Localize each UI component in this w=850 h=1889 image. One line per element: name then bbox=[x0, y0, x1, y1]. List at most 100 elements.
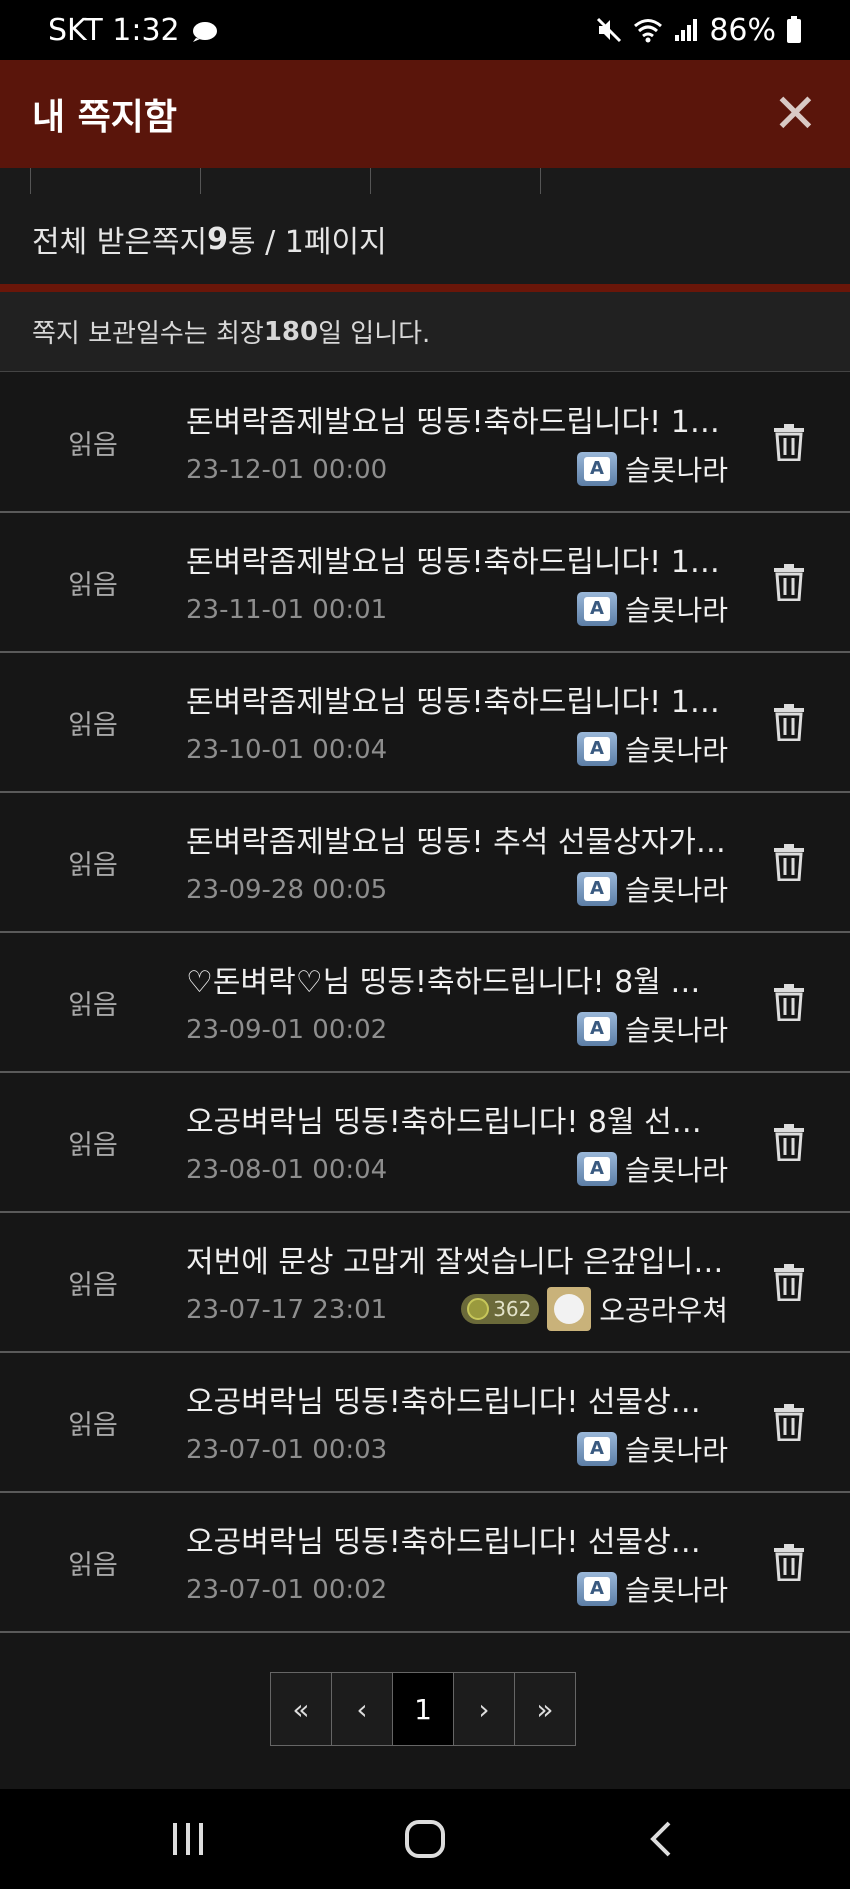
page-first-button[interactable]: « bbox=[271, 1673, 332, 1745]
page-current-button[interactable]: 1 bbox=[393, 1673, 454, 1745]
message-sender[interactable]: A 슬롯나라 bbox=[576, 1147, 728, 1191]
back-icon[interactable] bbox=[648, 1819, 674, 1859]
message-date: 23-11-01 00:01 bbox=[186, 595, 388, 625]
message-subject[interactable]: 오공벼락님 띵동!축하드립니다! 선물상자가 도착했습니다 bbox=[186, 1377, 726, 1421]
message-date: 23-07-01 00:02 bbox=[186, 1575, 388, 1605]
read-status: 읽음 bbox=[68, 429, 118, 461]
admin-badge-letter: A bbox=[583, 877, 610, 901]
admin-badge-icon: A bbox=[576, 592, 617, 626]
retention-notice: 쪽지 보관일수는 최장 180 일 입니다. bbox=[0, 292, 850, 372]
trash-icon[interactable] bbox=[772, 703, 806, 742]
admin-badge-icon: A bbox=[576, 1432, 617, 1466]
page-prev-button[interactable]: ‹ bbox=[332, 1673, 393, 1745]
message-row[interactable]: 읽음 돈벼락좀제발요님 띵동! 추석 선물상자가 도착했습니다 23-09-28 0… bbox=[0, 793, 850, 933]
sender-name: 오공라우쳐 bbox=[599, 1294, 728, 1327]
carrier-time: SKT 1:32 bbox=[48, 12, 180, 48]
message-date: 23-12-01 00:00 bbox=[186, 455, 388, 485]
admin-badge-letter: A bbox=[583, 1437, 610, 1461]
status-left: SKT 1:32 bbox=[48, 13, 220, 48]
trash-icon[interactable] bbox=[772, 983, 806, 1022]
message-subject[interactable]: 돈벼락좀제발요님 띵동! 추석 선물상자가 도착했습니다 bbox=[186, 817, 726, 861]
admin-badge-icon: A bbox=[576, 1152, 617, 1186]
read-status: 읽음 bbox=[68, 1409, 118, 1441]
message-row[interactable]: 읽음 저번에 문상 고맙게 잘썻습니다 은갚입니다 받아주세요 23-07-17 2… bbox=[0, 1213, 850, 1353]
message-sender[interactable]: A 슬롯나라 bbox=[576, 1427, 728, 1471]
battery-percent: 86% bbox=[709, 12, 776, 48]
sender-name: 슬롯나라 bbox=[624, 874, 728, 907]
sender-level: 362 bbox=[493, 1297, 532, 1321]
message-subject[interactable]: 돈벼락좀제발요님 띵동!축하드립니다! 10월 선물상자가 도착했습니다 bbox=[186, 677, 726, 721]
message-row[interactable]: 읽음 돈벼락좀제발요님 띵동!축하드립니다! 11월 선물상자가 도착했습니다 23… bbox=[0, 513, 850, 653]
summary-suffix: 통 / 1페이지 bbox=[228, 225, 387, 260]
trash-icon[interactable] bbox=[772, 423, 806, 462]
message-subject[interactable]: 저번에 문상 고맙게 잘썻습니다 은갚입니다 받아주세요 bbox=[186, 1237, 726, 1281]
admin-badge-letter: A bbox=[583, 1577, 610, 1601]
message-subject[interactable]: 오공벼락님 띵동!축하드립니다! 8월 선물상자가 도착 bbox=[186, 1097, 726, 1141]
sender-name: 슬롯나라 bbox=[624, 734, 728, 767]
message-row[interactable]: 읽음 오공벼락님 띵동!축하드립니다! 8월 선물상자가 도착 23-08-01 0… bbox=[0, 1073, 850, 1213]
message-row[interactable]: 읽음 ♡돈벼락♡님 띵동!축하드립니다! 8월 한가위 선물 23-09-01 00… bbox=[0, 933, 850, 1073]
signal-icon bbox=[675, 19, 698, 41]
tab-1[interactable] bbox=[30, 168, 201, 194]
message-date: 23-10-01 00:04 bbox=[186, 735, 388, 765]
message-row[interactable]: 읽음 오공벼락님 띵동!축하드립니다! 선물상자가 도착했습니다 23-07-01 … bbox=[0, 1353, 850, 1493]
cloud-icon bbox=[192, 22, 217, 42]
trash-icon[interactable] bbox=[772, 1263, 806, 1302]
trash-icon[interactable] bbox=[772, 843, 806, 882]
message-sender[interactable]: A 슬롯나라 bbox=[576, 587, 728, 631]
read-status: 읽음 bbox=[68, 1549, 118, 1581]
tab-2[interactable] bbox=[200, 168, 371, 194]
message-sender[interactable]: A 슬롯나라 bbox=[576, 1007, 728, 1051]
notice-suffix: 일 입니다. bbox=[318, 319, 431, 349]
wifi-icon bbox=[634, 19, 663, 43]
message-date: 23-07-17 23:01 bbox=[186, 1295, 388, 1325]
status-right: 86% bbox=[595, 13, 802, 48]
status-bar: SKT 1:32 86% bbox=[0, 0, 850, 60]
close-icon[interactable]: ✕ bbox=[773, 87, 818, 141]
tab-3[interactable] bbox=[370, 168, 541, 194]
message-sender[interactable]: A 슬롯나라 bbox=[576, 1567, 728, 1611]
message-row[interactable]: 읽음 오공벼락님 띵동!축하드립니다! 선물상자가 도착했습니다 23-07-01 … bbox=[0, 1493, 850, 1633]
trash-icon[interactable] bbox=[772, 563, 806, 602]
message-subject[interactable]: 오공벼락님 띵동!축하드립니다! 선물상자가 도착했습니다 bbox=[186, 1517, 726, 1561]
sender-name: 슬롯나라 bbox=[624, 1574, 728, 1607]
recent-apps-icon[interactable] bbox=[170, 1819, 206, 1859]
system-nav-bar bbox=[0, 1789, 850, 1889]
avatar bbox=[547, 1287, 592, 1331]
read-status: 읽음 bbox=[68, 849, 118, 881]
message-row[interactable]: 읽음 돈벼락좀제발요님 띵동!축하드립니다! 10월 선물상자가 도착했습니다 23… bbox=[0, 653, 850, 793]
message-date: 23-07-01 00:03 bbox=[186, 1435, 388, 1465]
message-sender[interactable]: 362 오공라우쳐 bbox=[461, 1287, 728, 1331]
summary-count: 9 bbox=[207, 221, 229, 257]
battery-icon bbox=[787, 16, 801, 43]
admin-badge-icon: A bbox=[576, 1572, 617, 1606]
message-sender[interactable]: A 슬롯나라 bbox=[576, 727, 728, 771]
page-next-button[interactable]: › bbox=[454, 1673, 515, 1745]
page-title: 내 쪽지함 bbox=[32, 97, 178, 138]
admin-badge-letter: A bbox=[583, 1017, 610, 1041]
message-subject[interactable]: 돈벼락좀제발요님 띵동!축하드립니다! 11월 선물상자가 도착했습니다 bbox=[186, 537, 726, 581]
sender-name: 슬롯나라 bbox=[624, 594, 728, 627]
mute-icon bbox=[597, 17, 622, 43]
trash-icon[interactable] bbox=[772, 1403, 806, 1442]
message-subject[interactable]: 돈벼락좀제발요님 띵동!축하드립니다! 12월 선물상자가 도착했습니다 bbox=[186, 397, 726, 441]
message-subject[interactable]: ♡돈벼락♡님 띵동!축하드립니다! 8월 한가위 선물 bbox=[186, 957, 726, 1001]
message-summary: 전체 받은쪽지 9 통 / 1페이지 bbox=[0, 194, 850, 284]
level-badge-icon: 362 bbox=[461, 1294, 540, 1324]
read-status: 읽음 bbox=[68, 1269, 118, 1301]
message-sender[interactable]: A 슬롯나라 bbox=[576, 447, 728, 491]
page-last-button[interactable]: » bbox=[515, 1673, 575, 1745]
home-icon[interactable] bbox=[404, 1819, 446, 1859]
sender-name: 슬롯나라 bbox=[624, 1014, 728, 1047]
trash-icon[interactable] bbox=[772, 1543, 806, 1582]
notice-prefix: 쪽지 보관일수는 최장 bbox=[32, 319, 264, 349]
page-header: 내 쪽지함 ✕ bbox=[0, 60, 850, 168]
trash-icon[interactable] bbox=[772, 1123, 806, 1162]
sender-name: 슬롯나라 bbox=[624, 1434, 728, 1467]
message-sender[interactable]: A 슬롯나라 bbox=[576, 867, 728, 911]
read-status: 읽음 bbox=[68, 709, 118, 741]
admin-badge-letter: A bbox=[583, 457, 610, 481]
admin-badge-letter: A bbox=[583, 737, 610, 761]
message-date: 23-09-28 00:05 bbox=[186, 875, 388, 905]
message-row[interactable]: 읽음 돈벼락좀제발요님 띵동!축하드립니다! 12월 선물상자가 도착했습니다 23… bbox=[0, 373, 850, 513]
